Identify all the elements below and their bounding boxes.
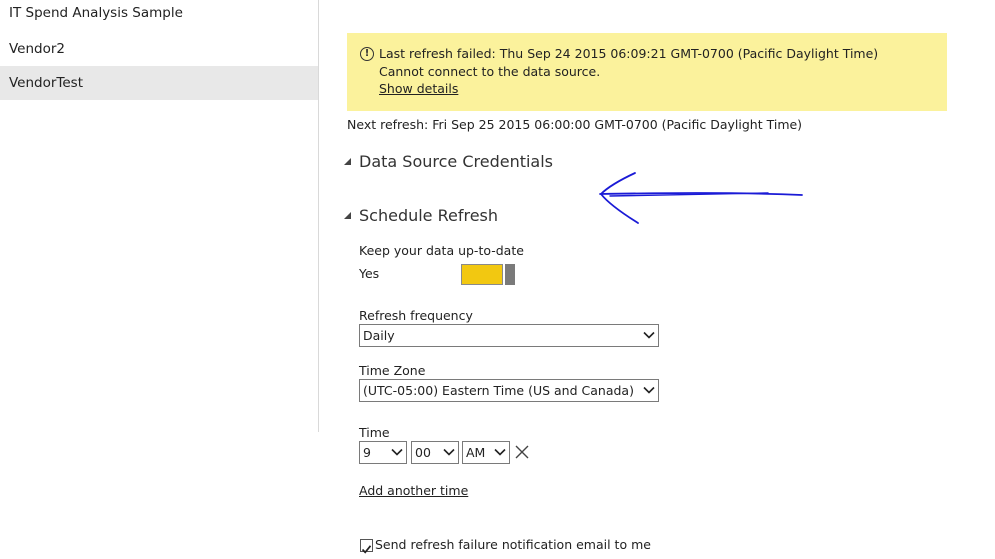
ampm-select[interactable]: AM	[462, 441, 510, 464]
refresh-frequency-label: Refresh frequency	[359, 308, 473, 323]
chevron-down-icon	[443, 448, 455, 456]
chevron-down-icon	[643, 386, 655, 394]
remove-time-icon[interactable]	[515, 445, 529, 459]
section-title: Schedule Refresh	[359, 206, 499, 225]
dataset-settings-panel: ! Last refresh failed: Thu Sep 24 2015 0…	[320, 0, 995, 559]
time-zone-select[interactable]: (UTC-05:00) Eastern Time (US and Canada)	[359, 379, 659, 402]
refresh-frequency-value: Daily	[363, 328, 395, 343]
refresh-failed-message: Last refresh failed: Thu Sep 24 2015 06:…	[379, 46, 879, 61]
toggle-thumb	[505, 264, 515, 285]
dataset-list-sidebar: IT Spend Analysis Sample Vendor2 VendorT…	[0, 0, 319, 432]
time-zone-value: (UTC-05:00) Eastern Time (US and Canada)	[363, 383, 634, 398]
collapse-triangle-icon	[344, 158, 351, 165]
section-title: Data Source Credentials	[359, 152, 554, 171]
chevron-down-icon	[643, 331, 655, 339]
section-data-source-credentials[interactable]: Data Source Credentials	[344, 152, 553, 171]
add-another-time-link[interactable]: Add another time	[359, 483, 468, 498]
chevron-down-icon	[494, 448, 506, 456]
minute-select[interactable]: 00	[411, 441, 459, 464]
keep-up-to-date-label: Keep your data up-to-date	[359, 243, 524, 258]
chevron-down-icon	[391, 448, 403, 456]
hour-select[interactable]: 9	[359, 441, 407, 464]
refresh-failed-reason: Cannot connect to the data source.	[379, 64, 601, 79]
section-schedule-refresh[interactable]: Schedule Refresh	[344, 206, 498, 225]
refresh-failed-banner: ! Last refresh failed: Thu Sep 24 2015 0…	[347, 33, 947, 111]
toggle-track	[461, 264, 503, 285]
warning-icon: !	[360, 47, 374, 61]
annotation-arrow-icon	[599, 172, 803, 224]
sidebar-item-vendor2[interactable]: Vendor2	[0, 32, 318, 66]
time-label: Time	[359, 425, 390, 440]
checkmark-icon	[361, 545, 372, 554]
show-details-link[interactable]: Show details	[379, 80, 458, 98]
ampm-value: AM	[466, 445, 486, 460]
refresh-frequency-select[interactable]: Daily	[359, 324, 659, 347]
time-zone-label: Time Zone	[359, 363, 426, 378]
notify-checkbox[interactable]	[360, 539, 373, 554]
next-refresh-text: Next refresh: Fri Sep 25 2015 06:00:00 G…	[347, 117, 803, 132]
notify-checkbox-label: Send refresh failure notification email …	[375, 537, 651, 552]
keep-up-to-date-toggle[interactable]	[461, 264, 516, 285]
collapse-triangle-icon	[344, 212, 351, 219]
sidebar-item-it-spend[interactable]: IT Spend Analysis Sample	[0, 0, 318, 30]
toggle-state-label: Yes	[359, 266, 380, 281]
sidebar-item-vendortest[interactable]: VendorTest	[0, 66, 318, 100]
hour-value: 9	[363, 445, 371, 460]
minute-value: 00	[415, 445, 431, 460]
